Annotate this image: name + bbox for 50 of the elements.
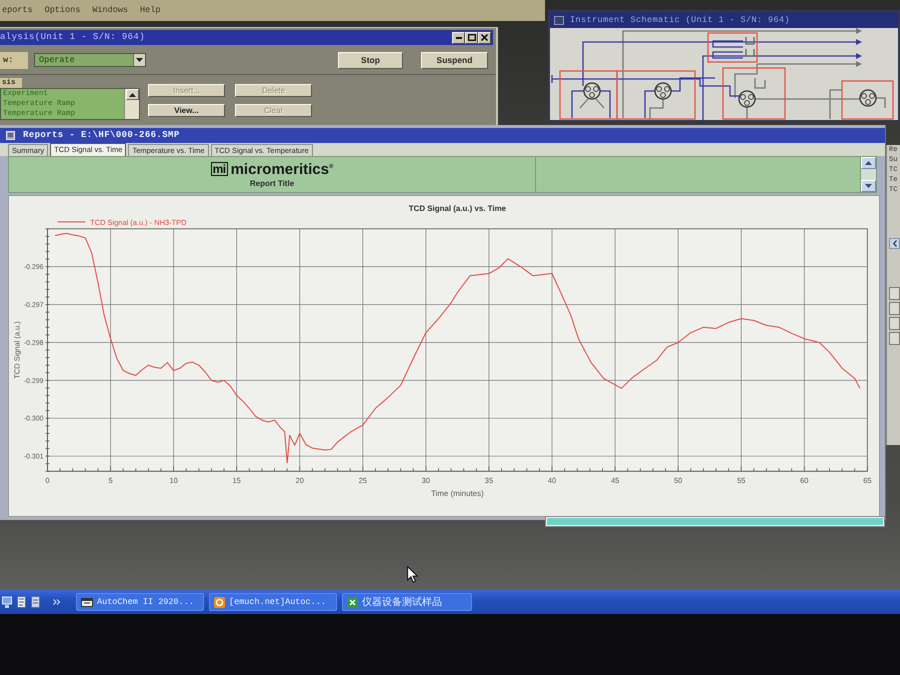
arrow-up-icon bbox=[865, 161, 872, 165]
double-chevron-icon bbox=[53, 599, 60, 605]
taskbar-button[interactable]: [emuch.net]Autoc... bbox=[209, 593, 337, 611]
app-window-icon bbox=[81, 598, 93, 606]
caret-icon bbox=[136, 58, 143, 62]
side-button[interactable] bbox=[889, 287, 900, 300]
scroll-up-button[interactable] bbox=[126, 89, 138, 100]
mouse-pointer-icon bbox=[407, 566, 418, 583]
window-title: alysis(Unit 1 - S/N: 964) bbox=[0, 32, 146, 43]
action-button[interactable]: Stop bbox=[338, 52, 403, 68]
field-label: w: bbox=[0, 52, 28, 68]
menu-item[interactable]: Help bbox=[140, 5, 160, 16]
window-title: Instrument Schematic (Unit 1 - S/N: 964) bbox=[570, 14, 790, 26]
window-title: Reports - E:\HF\000-266.SMP bbox=[23, 130, 180, 141]
report-window-icon bbox=[6, 131, 15, 140]
maximize-button[interactable] bbox=[465, 32, 478, 44]
browser-icon bbox=[214, 596, 225, 608]
desktop-icon bbox=[2, 596, 12, 608]
logo-mark: mi bbox=[210, 162, 228, 176]
window-icon bbox=[554, 16, 564, 24]
side-button[interactable] bbox=[889, 332, 900, 345]
maximize-icon bbox=[468, 34, 476, 41]
taskbar-button[interactable]: 仪器设备测试样品 bbox=[342, 593, 472, 611]
side-button[interactable] bbox=[889, 317, 900, 330]
spreadsheet-icon bbox=[347, 596, 358, 608]
document-icon bbox=[17, 596, 26, 608]
menu-item[interactable]: Options bbox=[44, 5, 80, 16]
scroll-up-button[interactable] bbox=[861, 157, 876, 169]
arrow-up-icon bbox=[128, 92, 136, 96]
chart-title: TCD Signal (a.u.) vs. Time bbox=[408, 204, 506, 213]
close-icon bbox=[481, 34, 488, 41]
menu-item[interactable]: eports bbox=[2, 5, 33, 16]
report-title: Report Title bbox=[250, 178, 294, 188]
action-button[interactable]: Suspend bbox=[421, 52, 488, 68]
mode-dropdown[interactable]: Operate bbox=[34, 53, 146, 67]
dropdown-button[interactable] bbox=[133, 54, 145, 66]
chevron-left-icon bbox=[892, 240, 896, 247]
scroll-down-button[interactable] bbox=[861, 180, 876, 192]
step-button[interactable]: View... bbox=[148, 104, 225, 116]
document-icon bbox=[31, 596, 40, 608]
x-axis-title: Time (minutes) bbox=[431, 489, 484, 498]
taskbar-button[interactable]: AutoChem II 2920... bbox=[76, 593, 204, 611]
side-button[interactable] bbox=[889, 302, 900, 315]
minimize-icon bbox=[456, 36, 462, 38]
arrow-down-icon bbox=[865, 184, 872, 188]
collapse-button[interactable] bbox=[889, 238, 900, 249]
logo-text: micromeritics$^{®}$ bbox=[230, 160, 334, 178]
minimize-button[interactable] bbox=[452, 32, 465, 44]
close-button[interactable] bbox=[478, 32, 491, 44]
menu-item[interactable]: Windows bbox=[92, 5, 128, 16]
